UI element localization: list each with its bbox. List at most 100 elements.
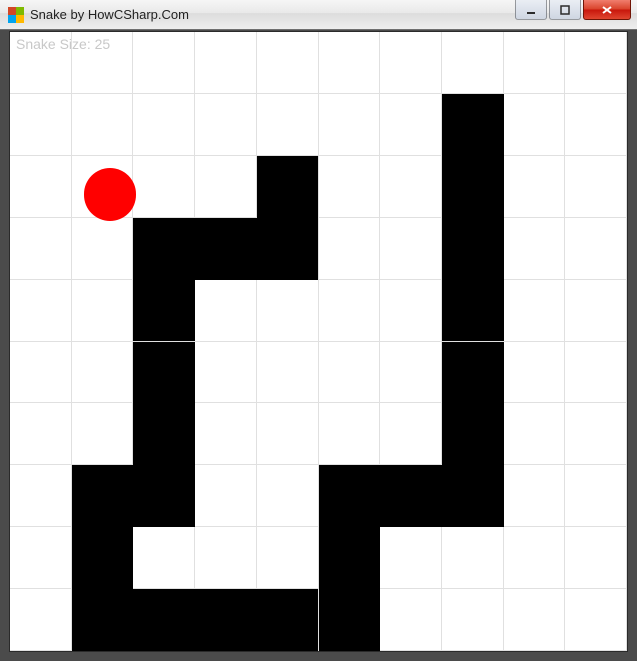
snake-segment	[133, 342, 195, 404]
snake-size-value: 25	[95, 36, 111, 52]
snake-size-prefix: Snake Size:	[16, 36, 95, 52]
snake-segment	[257, 156, 319, 218]
grid-cell	[380, 589, 442, 651]
grid-cell	[195, 342, 257, 404]
snake-segment	[442, 94, 504, 156]
snake-size-label: Snake Size: 25	[16, 36, 110, 52]
grid-cell	[504, 156, 566, 218]
grid-cell	[565, 156, 627, 218]
maximize-icon	[560, 5, 570, 15]
snake-segment	[442, 280, 504, 342]
grid-cell	[195, 156, 257, 218]
grid-cell	[72, 218, 134, 280]
grid-cell	[257, 527, 319, 589]
close-icon	[601, 5, 613, 15]
app-icon	[8, 7, 24, 23]
grid-cell	[257, 403, 319, 465]
grid-cell	[257, 280, 319, 342]
grid-cell	[504, 94, 566, 156]
grid-cell	[504, 342, 566, 404]
grid-cell	[442, 32, 504, 94]
snake-segment	[319, 465, 381, 527]
grid-cell	[319, 156, 381, 218]
grid-cell	[504, 465, 566, 527]
grid-cell	[504, 32, 566, 94]
snake-segment	[133, 589, 195, 651]
grid-cell	[319, 32, 381, 94]
grid-cell	[565, 342, 627, 404]
snake-segment	[195, 589, 257, 651]
snake-segment	[319, 589, 381, 651]
grid-cell	[10, 280, 72, 342]
grid-cell	[504, 589, 566, 651]
snake-segment	[133, 218, 195, 280]
grid-cell	[442, 589, 504, 651]
game-client[interactable]: Snake Size: 25	[9, 31, 628, 652]
grid-cell	[380, 218, 442, 280]
close-button[interactable]	[583, 0, 631, 20]
grid-cell	[380, 527, 442, 589]
minimize-icon	[526, 5, 536, 15]
grid-cell	[565, 32, 627, 94]
snake-segment	[72, 465, 134, 527]
grid-cell	[257, 94, 319, 156]
snake-segment	[133, 280, 195, 342]
grid-cell	[10, 527, 72, 589]
snake-segment	[442, 403, 504, 465]
maximize-button[interactable]	[549, 0, 581, 20]
grid-cell	[565, 465, 627, 527]
snake-segment	[442, 156, 504, 218]
grid-cell	[565, 403, 627, 465]
grid-cell	[195, 527, 257, 589]
grid-cell	[442, 527, 504, 589]
minimize-button[interactable]	[515, 0, 547, 20]
grid-cell	[565, 218, 627, 280]
snake-segment	[133, 403, 195, 465]
grid-cell	[10, 589, 72, 651]
snake-segment	[257, 218, 319, 280]
grid-cell	[319, 218, 381, 280]
grid-cell	[319, 403, 381, 465]
grid-cell	[319, 94, 381, 156]
apple	[84, 168, 136, 220]
grid-cell	[133, 32, 195, 94]
grid-cell	[504, 280, 566, 342]
snake-segment	[72, 589, 134, 651]
grid-cell	[565, 527, 627, 589]
grid-cell	[565, 280, 627, 342]
app-window: Snake by HowCSharp.Com Snake Size: 25	[0, 0, 637, 661]
grid-cell	[72, 403, 134, 465]
grid-cell	[504, 527, 566, 589]
grid-cell	[10, 403, 72, 465]
titlebar[interactable]: Snake by HowCSharp.Com	[0, 0, 637, 30]
grid-cell	[380, 32, 442, 94]
snake-segment	[442, 465, 504, 527]
grid-cell	[10, 465, 72, 527]
grid-cell	[10, 94, 72, 156]
grid-cell	[319, 280, 381, 342]
grid-cell	[72, 280, 134, 342]
grid-cell	[380, 280, 442, 342]
grid-cell	[133, 527, 195, 589]
grid-cell	[10, 218, 72, 280]
grid-cell	[195, 403, 257, 465]
snake-segment	[442, 218, 504, 280]
snake-segment	[319, 527, 381, 589]
grid-cell	[10, 156, 72, 218]
grid-cell	[195, 32, 257, 94]
grid-cell	[257, 32, 319, 94]
grid-cell	[72, 342, 134, 404]
grid-cell	[319, 342, 381, 404]
grid-cell	[257, 342, 319, 404]
grid-cell	[10, 342, 72, 404]
window-title: Snake by HowCSharp.Com	[30, 7, 189, 22]
grid-cell	[380, 156, 442, 218]
grid-cell	[195, 465, 257, 527]
grid-cell	[504, 403, 566, 465]
snake-segment	[133, 465, 195, 527]
grid-cell	[565, 94, 627, 156]
snake-segment	[72, 527, 134, 589]
grid-cell	[257, 465, 319, 527]
grid-cell	[195, 94, 257, 156]
snake-segment	[442, 342, 504, 404]
